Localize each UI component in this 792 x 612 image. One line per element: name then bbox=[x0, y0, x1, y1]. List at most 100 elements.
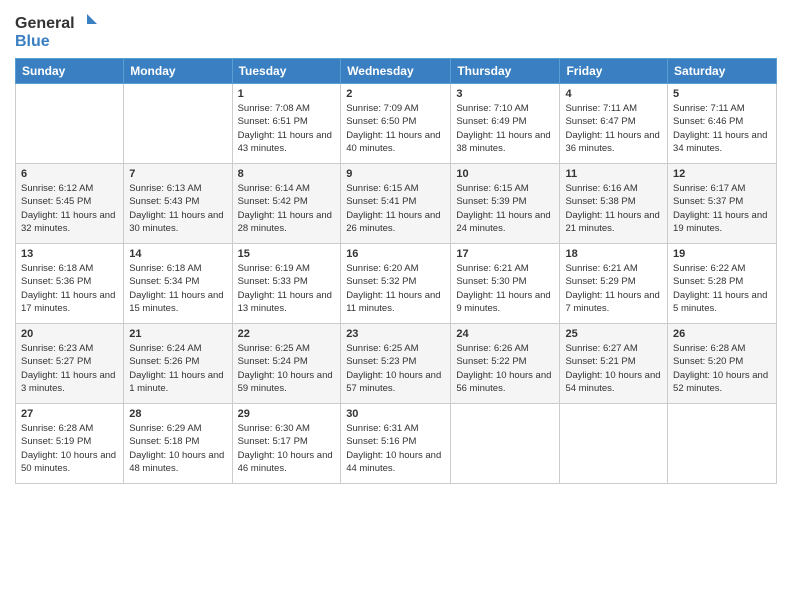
day-info: Sunrise: 7:09 AM Sunset: 6:50 PM Dayligh… bbox=[346, 102, 445, 155]
day-number: 26 bbox=[673, 328, 771, 340]
calendar-cell: 26 Sunrise: 6:28 AM Sunset: 5:20 PM Dayli… bbox=[668, 324, 777, 404]
day-info: Sunrise: 6:27 AM Sunset: 5:21 PM Dayligh… bbox=[565, 342, 662, 395]
calendar-cell: 8 Sunrise: 6:14 AM Sunset: 5:42 PM Daylig… bbox=[232, 164, 341, 244]
day-info: Sunrise: 6:18 AM Sunset: 5:34 PM Dayligh… bbox=[129, 262, 226, 315]
day-info: Sunrise: 6:17 AM Sunset: 5:37 PM Dayligh… bbox=[673, 182, 771, 235]
calendar-cell: 22 Sunrise: 6:25 AM Sunset: 5:24 PM Dayli… bbox=[232, 324, 341, 404]
calendar-cell: 20 Sunrise: 6:23 AM Sunset: 5:27 PM Dayli… bbox=[16, 324, 124, 404]
calendar-week-5: 27Sunrise: 6:28 AM Sunset: 5:19 PM Dayli… bbox=[16, 404, 777, 484]
day-number: 19 bbox=[673, 248, 771, 260]
days-header-row: SundayMondayTuesdayWednesdayThursdayFrid… bbox=[16, 59, 777, 84]
calendar-header: SundayMondayTuesdayWednesdayThursdayFrid… bbox=[16, 59, 777, 84]
day-number: 24 bbox=[456, 328, 554, 340]
calendar-cell: 13 Sunrise: 6:18 AM Sunset: 5:36 PM Dayli… bbox=[16, 244, 124, 324]
day-info: Sunrise: 6:31 AM Sunset: 5:16 PM Dayligh… bbox=[346, 422, 445, 475]
day-info: Sunrise: 6:30 AM Sunset: 5:17 PM Dayligh… bbox=[238, 422, 336, 475]
logo: General Blue bbox=[15, 10, 105, 50]
day-header-friday: Friday bbox=[560, 59, 668, 84]
calendar-cell: 18Sunrise: 6:21 AM Sunset: 5:29 PM Dayli… bbox=[560, 244, 668, 324]
calendar-cell: 15 Sunrise: 6:19 AM Sunset: 5:33 PM Dayli… bbox=[232, 244, 341, 324]
day-header-saturday: Saturday bbox=[668, 59, 777, 84]
day-number: 29 bbox=[238, 408, 336, 420]
day-info: Sunrise: 7:11 AM Sunset: 6:46 PM Dayligh… bbox=[673, 102, 771, 155]
day-number: 9 bbox=[346, 168, 445, 180]
day-header-thursday: Thursday bbox=[451, 59, 560, 84]
day-info: Sunrise: 6:13 AM Sunset: 5:43 PM Dayligh… bbox=[129, 182, 226, 235]
calendar-table: SundayMondayTuesdayWednesdayThursdayFrid… bbox=[15, 58, 777, 484]
day-info: Sunrise: 6:20 AM Sunset: 5:32 PM Dayligh… bbox=[346, 262, 445, 315]
day-number: 6 bbox=[21, 168, 118, 180]
calendar-cell: 6 Sunrise: 6:12 AM Sunset: 5:45 PM Daylig… bbox=[16, 164, 124, 244]
day-info: Sunrise: 6:18 AM Sunset: 5:36 PM Dayligh… bbox=[21, 262, 118, 315]
day-info: Sunrise: 6:28 AM Sunset: 5:19 PM Dayligh… bbox=[21, 422, 118, 475]
day-info: Sunrise: 6:19 AM Sunset: 5:33 PM Dayligh… bbox=[238, 262, 336, 315]
day-number: 30 bbox=[346, 408, 445, 420]
day-header-tuesday: Tuesday bbox=[232, 59, 341, 84]
calendar-cell: 25 Sunrise: 6:27 AM Sunset: 5:21 PM Dayli… bbox=[560, 324, 668, 404]
calendar-cell: 11Sunrise: 6:16 AM Sunset: 5:38 PM Dayli… bbox=[560, 164, 668, 244]
day-number: 17 bbox=[456, 248, 554, 260]
day-info: Sunrise: 6:28 AM Sunset: 5:20 PM Dayligh… bbox=[673, 342, 771, 395]
day-number: 20 bbox=[21, 328, 118, 340]
day-number: 25 bbox=[565, 328, 662, 340]
day-header-sunday: Sunday bbox=[16, 59, 124, 84]
day-info: Sunrise: 6:12 AM Sunset: 5:45 PM Dayligh… bbox=[21, 182, 118, 235]
day-number: 1 bbox=[238, 88, 336, 100]
day-info: Sunrise: 6:22 AM Sunset: 5:28 PM Dayligh… bbox=[673, 262, 771, 315]
calendar-week-1: 1Sunrise: 7:08 AM Sunset: 6:51 PM Daylig… bbox=[16, 84, 777, 164]
calendar-cell: 5 Sunrise: 7:11 AM Sunset: 6:46 PM Daylig… bbox=[668, 84, 777, 164]
calendar-cell: 10Sunrise: 6:15 AM Sunset: 5:39 PM Dayli… bbox=[451, 164, 560, 244]
day-info: Sunrise: 6:23 AM Sunset: 5:27 PM Dayligh… bbox=[21, 342, 118, 395]
calendar-cell: 30 Sunrise: 6:31 AM Sunset: 5:16 PM Dayli… bbox=[341, 404, 451, 484]
calendar-body: 1Sunrise: 7:08 AM Sunset: 6:51 PM Daylig… bbox=[16, 84, 777, 484]
page: General Blue SundayMondayTuesdayWednesda… bbox=[0, 0, 792, 612]
svg-text:General: General bbox=[15, 15, 75, 32]
day-number: 12 bbox=[673, 168, 771, 180]
day-number: 7 bbox=[129, 168, 226, 180]
calendar-cell: 3Sunrise: 7:10 AM Sunset: 6:49 PM Daylig… bbox=[451, 84, 560, 164]
day-number: 23 bbox=[346, 328, 445, 340]
day-info: Sunrise: 6:16 AM Sunset: 5:38 PM Dayligh… bbox=[565, 182, 662, 235]
day-info: Sunrise: 6:21 AM Sunset: 5:29 PM Dayligh… bbox=[565, 262, 662, 315]
day-info: Sunrise: 6:24 AM Sunset: 5:26 PM Dayligh… bbox=[129, 342, 226, 395]
calendar-cell: 14 Sunrise: 6:18 AM Sunset: 5:34 PM Dayli… bbox=[124, 244, 232, 324]
calendar-cell bbox=[16, 84, 124, 164]
calendar-cell: 17 Sunrise: 6:21 AM Sunset: 5:30 PM Dayli… bbox=[451, 244, 560, 324]
day-number: 16 bbox=[346, 248, 445, 260]
calendar-cell: 24 Sunrise: 6:26 AM Sunset: 5:22 PM Dayli… bbox=[451, 324, 560, 404]
calendar-cell bbox=[668, 404, 777, 484]
calendar-cell bbox=[451, 404, 560, 484]
day-info: Sunrise: 6:26 AM Sunset: 5:22 PM Dayligh… bbox=[456, 342, 554, 395]
day-info: Sunrise: 7:10 AM Sunset: 6:49 PM Dayligh… bbox=[456, 102, 554, 155]
day-info: Sunrise: 6:15 AM Sunset: 5:41 PM Dayligh… bbox=[346, 182, 445, 235]
day-info: Sunrise: 6:25 AM Sunset: 5:23 PM Dayligh… bbox=[346, 342, 445, 395]
calendar-cell bbox=[124, 84, 232, 164]
day-info: Sunrise: 6:25 AM Sunset: 5:24 PM Dayligh… bbox=[238, 342, 336, 395]
day-number: 15 bbox=[238, 248, 336, 260]
day-info: Sunrise: 6:14 AM Sunset: 5:42 PM Dayligh… bbox=[238, 182, 336, 235]
calendar-cell: 28 Sunrise: 6:29 AM Sunset: 5:18 PM Dayli… bbox=[124, 404, 232, 484]
day-number: 10 bbox=[456, 168, 554, 180]
svg-text:Blue: Blue bbox=[15, 33, 50, 50]
calendar-cell: 16 Sunrise: 6:20 AM Sunset: 5:32 PM Dayli… bbox=[341, 244, 451, 324]
day-number: 13 bbox=[21, 248, 118, 260]
day-number: 8 bbox=[238, 168, 336, 180]
day-number: 5 bbox=[673, 88, 771, 100]
calendar-week-3: 13 Sunrise: 6:18 AM Sunset: 5:36 PM Dayli… bbox=[16, 244, 777, 324]
day-info: Sunrise: 6:21 AM Sunset: 5:30 PM Dayligh… bbox=[456, 262, 554, 315]
calendar-cell bbox=[560, 404, 668, 484]
day-header-wednesday: Wednesday bbox=[341, 59, 451, 84]
calendar-cell: 23 Sunrise: 6:25 AM Sunset: 5:23 PM Dayli… bbox=[341, 324, 451, 404]
calendar-cell: 19 Sunrise: 6:22 AM Sunset: 5:28 PM Dayli… bbox=[668, 244, 777, 324]
calendar-cell: 29 Sunrise: 6:30 AM Sunset: 5:17 PM Dayli… bbox=[232, 404, 341, 484]
day-number: 28 bbox=[129, 408, 226, 420]
calendar-cell: 21Sunrise: 6:24 AM Sunset: 5:26 PM Dayli… bbox=[124, 324, 232, 404]
day-info: Sunrise: 6:29 AM Sunset: 5:18 PM Dayligh… bbox=[129, 422, 226, 475]
day-number: 2 bbox=[346, 88, 445, 100]
day-number: 22 bbox=[238, 328, 336, 340]
day-number: 4 bbox=[565, 88, 662, 100]
calendar-cell: 9 Sunrise: 6:15 AM Sunset: 5:41 PM Daylig… bbox=[341, 164, 451, 244]
calendar-cell: 27Sunrise: 6:28 AM Sunset: 5:19 PM Dayli… bbox=[16, 404, 124, 484]
calendar-cell: 4Sunrise: 7:11 AM Sunset: 6:47 PM Daylig… bbox=[560, 84, 668, 164]
day-number: 14 bbox=[129, 248, 226, 260]
